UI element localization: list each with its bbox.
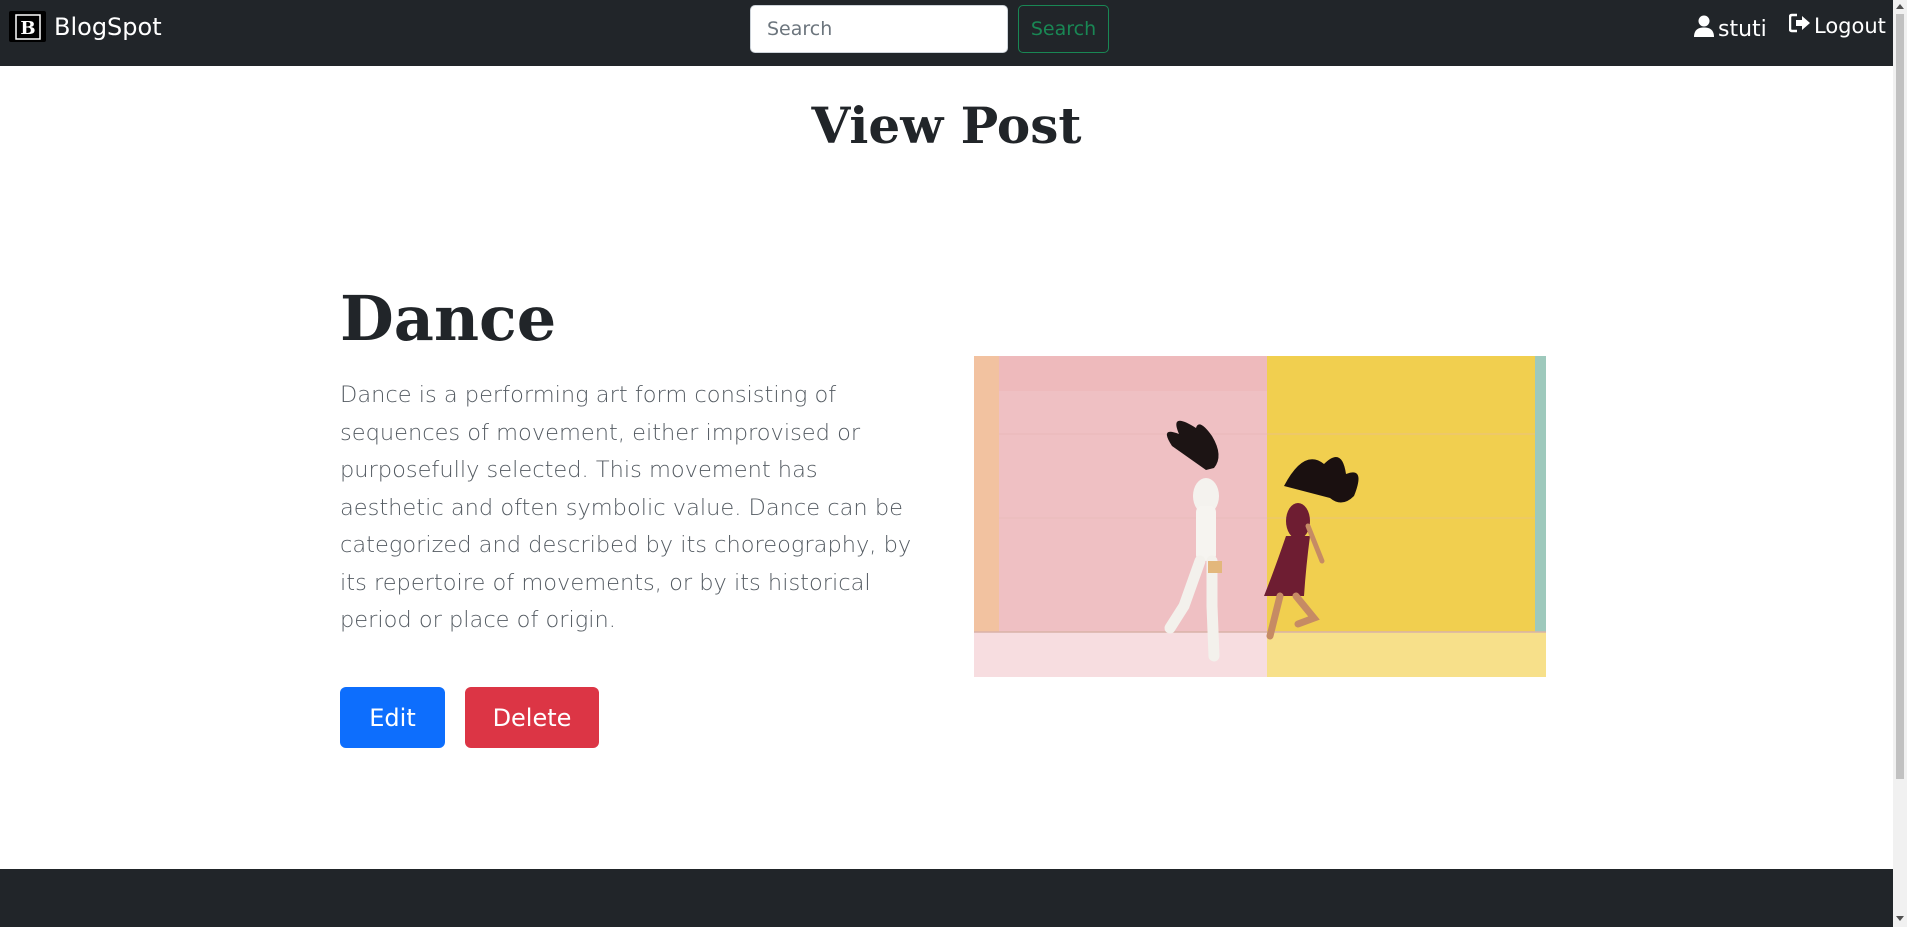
delete-button[interactable]: Delete <box>465 687 599 748</box>
edit-button[interactable]: Edit <box>340 687 445 748</box>
logout-label: Logout <box>1814 13 1886 38</box>
scroll-down-icon[interactable] <box>1896 916 1904 921</box>
username-label: stuti <box>1718 16 1767 42</box>
post-body: Dance is a performing art form consistin… <box>340 382 912 633</box>
brand-name: BlogSpot <box>54 12 162 41</box>
user-profile-link[interactable]: stuti <box>1694 15 1767 43</box>
post-image <box>974 356 1546 677</box>
brand-link[interactable]: B BlogSpot <box>9 11 162 42</box>
logout-icon <box>1788 13 1811 38</box>
vertical-scrollbar[interactable] <box>1893 0 1907 927</box>
user-icon <box>1694 15 1714 43</box>
scrollbar-thumb[interactable] <box>1896 14 1904 779</box>
logout-link[interactable]: Logout <box>1788 13 1886 38</box>
page-title: View Post <box>811 96 1082 155</box>
post-title: Dance <box>340 282 557 355</box>
search-button[interactable]: Search <box>1018 5 1109 53</box>
top-navbar: B BlogSpot Search stuti Logout <box>0 0 1893 66</box>
scroll-up-icon[interactable] <box>1896 4 1904 9</box>
page-footer <box>0 869 1893 927</box>
brand-logo-icon: B <box>9 11 46 42</box>
search-input[interactable] <box>750 5 1008 53</box>
svg-text:B: B <box>20 18 35 39</box>
